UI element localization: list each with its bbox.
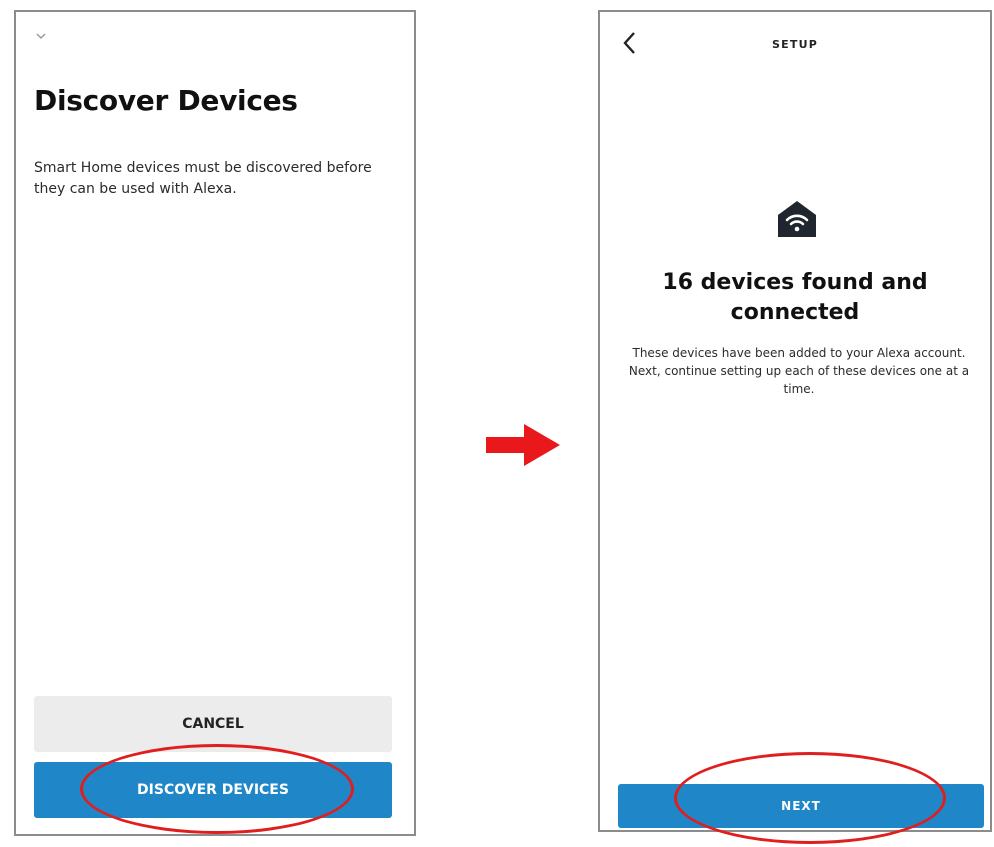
setup-screen: SETUP 16 devices found and connected The… xyxy=(598,10,992,832)
discover-description: Smart Home devices must be discovered be… xyxy=(34,160,372,197)
next-button[interactable]: NEXT xyxy=(618,784,984,828)
chevron-down-icon[interactable] xyxy=(34,28,48,42)
header-title: SETUP xyxy=(772,38,818,51)
devices-found-title: 16 devices found and connected xyxy=(662,270,928,325)
discover-devices-screen: Discover Devices Smart Home devices must… xyxy=(14,10,416,836)
home-wifi-icon xyxy=(776,198,818,240)
right-arrow-icon xyxy=(486,424,560,466)
devices-found-description: These devices have been added to your Al… xyxy=(628,346,970,396)
cancel-button[interactable]: CANCEL xyxy=(34,696,392,752)
discover-devices-button[interactable]: DISCOVER DEVICES xyxy=(34,762,392,818)
page-title: Discover Devices xyxy=(34,84,298,117)
